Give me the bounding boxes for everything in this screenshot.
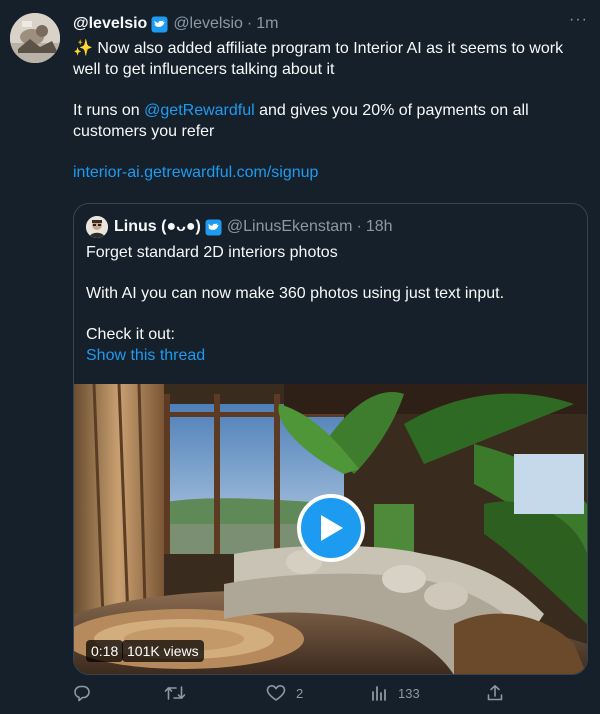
video-duration: 0:18	[86, 640, 124, 662]
verified-badge-icon	[205, 219, 222, 236]
retweet-button[interactable]	[164, 684, 196, 702]
views-icon	[372, 686, 386, 701]
tweet-paragraph-3: interior-ai.getrewardful.com/signup	[73, 162, 588, 183]
tweet-paragraph-2: It runs on @getRewardful and gives you 2…	[73, 100, 588, 142]
quoted-line-3: Check it out:	[86, 326, 175, 343]
author-name[interactable]: @levelsio	[73, 15, 147, 33]
quoted-author-handle[interactable]: @LinusEkenstam	[227, 218, 353, 236]
verified-badge-icon	[151, 16, 168, 33]
reply-icon	[74, 685, 90, 702]
quoted-author-name[interactable]: Linus (●ᴗ●)	[114, 218, 201, 236]
show-thread-link[interactable]: Show this thread	[86, 345, 576, 366]
play-button[interactable]	[297, 494, 365, 562]
author-avatar[interactable]	[10, 13, 60, 63]
like-button[interactable]: 2	[266, 684, 303, 702]
tweet-time[interactable]: 1m	[256, 15, 278, 33]
reply-button[interactable]	[73, 684, 101, 702]
more-icon[interactable]: ···	[569, 11, 588, 29]
share-button[interactable]	[486, 684, 504, 702]
video-view-count: 101K views	[122, 640, 204, 662]
quoted-tweet[interactable]: Linus (●ᴗ●) @LinusEkenstam · 18h Forget …	[73, 203, 588, 675]
tweet-line-2-pre: It runs on	[73, 102, 145, 119]
like-icon	[266, 685, 286, 701]
retweet-icon	[164, 686, 186, 700]
quoted-tweet-header: Linus (●ᴗ●) @LinusEkenstam · 18h	[86, 216, 393, 238]
tweet-body: ✨ Now also added affiliate program to In…	[73, 38, 588, 203]
separator-dot: ·	[246, 15, 253, 32]
play-icon	[321, 515, 343, 541]
separator-dot: ·	[356, 218, 362, 235]
tweet-paragraph-1: ✨ Now also added affiliate program to In…	[73, 38, 588, 80]
tweet-line-1: Now also added affiliate program to Inte…	[73, 40, 564, 78]
video-player[interactable]: 0:18 101K views	[74, 384, 587, 674]
quoted-tweet-time[interactable]: 18h	[366, 218, 393, 236]
quoted-tweet-body: Forget standard 2D interiors photos With…	[86, 242, 576, 366]
url-link[interactable]: interior-ai.getrewardful.com/signup	[73, 164, 318, 181]
tweet-actions: 2 133	[73, 684, 588, 710]
like-count: 2	[296, 685, 304, 701]
mention-link[interactable]: @getRewardful	[144, 102, 255, 119]
views-count: 133	[398, 685, 420, 701]
quoted-line-1: Forget standard 2D interiors photos	[86, 244, 338, 261]
quoted-line-2: With AI you can now make 360 photos usin…	[86, 285, 505, 302]
author-handle[interactable]: @levelsio	[173, 15, 243, 33]
tweet: @levelsio @levelsio · 1m ··· ✨ Now also …	[0, 0, 600, 714]
tweet-header: @levelsio @levelsio · 1m ···	[73, 11, 588, 35]
quoted-author-avatar[interactable]	[86, 216, 108, 238]
views-button[interactable]: 133	[370, 684, 420, 702]
sparkles-emoji: ✨	[73, 40, 93, 57]
share-icon	[487, 685, 503, 701]
